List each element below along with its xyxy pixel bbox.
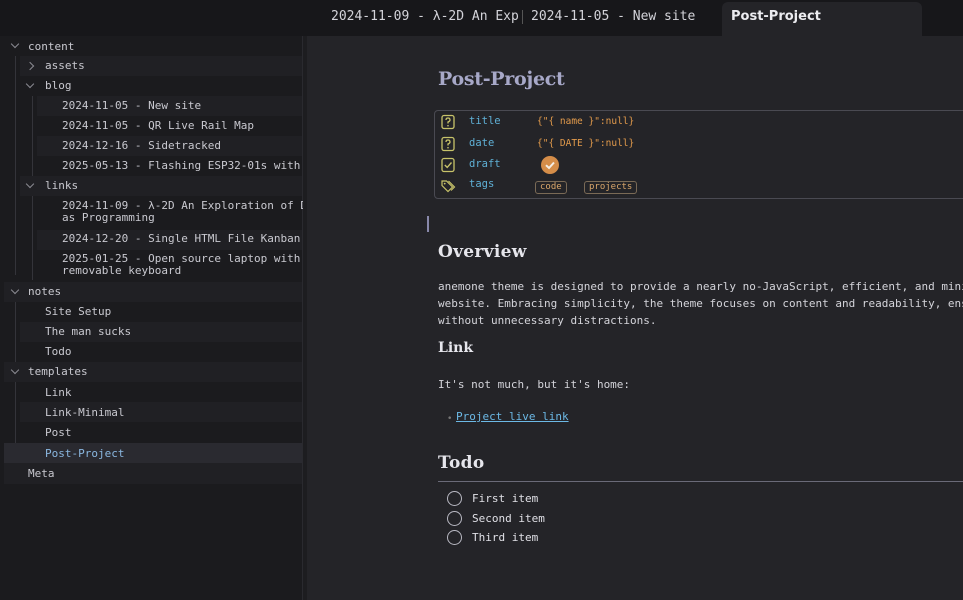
file-label-continued: as Programming (62, 211, 155, 224)
file-flashing-esp32[interactable]: 2025-05-13 - Flashing ESP32-01s with WLE… (37, 156, 334, 176)
heading-underline (438, 481, 963, 482)
question-file-icon (441, 136, 455, 152)
chevron-right-icon (25, 61, 35, 71)
page-title[interactable]: Post-Project (438, 68, 565, 90)
tags-icon (441, 180, 456, 193)
todo-label: Third item (472, 531, 539, 544)
folder-label: links (45, 179, 79, 192)
file-label: Link (45, 386, 72, 399)
todo-label: First item (472, 492, 539, 505)
file-link[interactable]: Link (20, 382, 302, 402)
file-label: Post (45, 426, 72, 439)
folder-links[interactable]: links (20, 176, 302, 196)
tree-guide (15, 56, 16, 275)
chevron-down-icon (25, 179, 35, 189)
property-date[interactable]: date {"{ DATE }":null} (435, 135, 955, 155)
checkmark-icon (545, 161, 555, 170)
file-the-man-sucks[interactable]: The man sucks (20, 322, 302, 342)
heading-link[interactable]: Link (438, 340, 473, 356)
todo-label: Second item (472, 512, 545, 525)
file-site-setup[interactable]: Site Setup (20, 302, 302, 322)
file-label-continued: removable keyboard (62, 264, 182, 277)
folder-blog[interactable]: blog (20, 76, 302, 96)
file-todo[interactable]: Todo (20, 342, 302, 362)
file-post-project[interactable]: Post-Project (4, 443, 302, 463)
tree-guide (32, 96, 33, 176)
chevron-down-icon (10, 285, 20, 295)
folder-assets[interactable]: assets (20, 56, 302, 76)
tag-pill[interactable]: projects (584, 181, 638, 194)
folder-content[interactable]: content (4, 38, 302, 56)
file-label: Site Setup (45, 305, 112, 318)
checkbox-icon (441, 157, 455, 173)
property-key: title (469, 115, 501, 127)
file-lambda-2d[interactable]: 2024-11-09 - λ-2D An Exploration of Draw… (37, 196, 347, 230)
property-key: date (469, 137, 495, 149)
link-paragraph[interactable]: It's not much, but it's home: (438, 376, 630, 393)
folder-label: content (28, 40, 75, 53)
property-title[interactable]: title {"{ name }":null} (435, 113, 955, 133)
tag-pill[interactable]: code (535, 181, 567, 194)
file-label: Link-Minimal (45, 406, 125, 419)
bullet-dot: • (447, 414, 453, 424)
property-key: draft (469, 158, 501, 170)
tree-guide (32, 196, 33, 280)
folder-templates[interactable]: templates (4, 362, 302, 382)
file-label: Meta (28, 467, 55, 480)
text-cursor (427, 216, 429, 232)
pane-divider[interactable] (303, 36, 307, 600)
tab-new-site[interactable]: 2024-11-05 - New site (531, 2, 715, 36)
editor-pane: Post-Project title {"{ name }":null} dat… (303, 36, 963, 600)
file-label: 2024-12-16 - Sidetracked (62, 139, 221, 152)
file-explorer: content assets blog 2024-11-05 - New sit… (0, 36, 347, 600)
properties-panel: title {"{ name }":null} date {"{ DATE }"… (434, 110, 963, 199)
file-label: Todo (45, 345, 72, 358)
project-live-link[interactable]: Project live link (456, 410, 569, 423)
chevron-down-icon (10, 39, 20, 49)
folder-label: blog (45, 79, 72, 92)
folder-label: templates (28, 365, 88, 378)
file-label: 2024-11-05 - New site (62, 99, 202, 112)
file-meta[interactable]: Meta (4, 463, 302, 484)
property-key: tags (469, 178, 495, 190)
file-new-site[interactable]: 2024-11-05 - New site (37, 96, 302, 116)
todo-checkbox[interactable] (447, 491, 462, 506)
file-sidetracked[interactable]: 2024-12-16 - Sidetracked (37, 136, 302, 156)
heading-todo[interactable]: Todo (438, 453, 484, 473)
draft-checkbox[interactable] (541, 156, 559, 174)
overview-line[interactable]: without unnecessary distractions. (438, 312, 657, 329)
overview-line[interactable]: website. Embracing simplicity, the theme… (438, 295, 963, 312)
folder-label: notes (28, 285, 62, 298)
tab-lambda-2d[interactable]: 2024-11-09 - λ-2D An Exploration of Draw… (331, 2, 519, 36)
file-kanban-boards[interactable]: 2024-12-20 - Single HTML File Kanban Boa… (37, 230, 347, 250)
file-label: 2025-05-13 - Flashing ESP32-01s with WLE… (62, 159, 334, 172)
overview-line[interactable]: anemone theme is designed to provide a n… (438, 278, 963, 295)
chevron-down-icon (10, 365, 20, 375)
tree-guide (15, 302, 16, 362)
file-label: 2024-11-05 - QR Live Rail Map (62, 119, 255, 132)
property-draft[interactable]: draft (435, 156, 955, 176)
file-label: Post-Project (45, 447, 125, 460)
tab-post-project[interactable]: Post-Project (722, 2, 922, 36)
chevron-down-icon (25, 79, 35, 89)
todo-checkbox[interactable] (447, 511, 462, 526)
property-value[interactable]: {"{ name }":null} (537, 116, 634, 127)
file-post[interactable]: Post (20, 422, 302, 442)
property-value[interactable]: {"{ DATE }":null} (537, 138, 634, 149)
todo-checkbox[interactable] (447, 530, 462, 545)
file-label: The man sucks (45, 325, 132, 338)
tab-divider (522, 10, 523, 24)
property-tags[interactable]: tags code projects (435, 177, 955, 197)
folder-label: assets (45, 59, 85, 72)
file-qr-live-rail-map[interactable]: 2024-11-05 - QR Live Rail Map (37, 116, 302, 136)
file-open-source-laptop[interactable]: 2025-01-25 - Open source laptop with rem… (37, 250, 302, 282)
file-link-minimal[interactable]: Link-Minimal (20, 402, 302, 422)
question-file-icon (441, 114, 455, 130)
tab-bar: 2024-11-09 - λ-2D An Exploration of Draw… (0, 0, 963, 36)
heading-overview[interactable]: Overview (438, 242, 527, 262)
folder-notes[interactable]: notes (4, 282, 302, 302)
